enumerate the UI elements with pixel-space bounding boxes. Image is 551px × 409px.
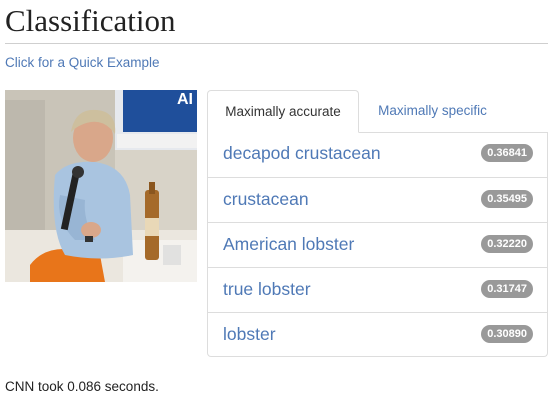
tab-maximally-specific[interactable]: Maximally specific (359, 90, 506, 132)
score-badge: 0.36841 (481, 144, 533, 162)
list-item[interactable]: lobster 0.30890 (208, 312, 547, 357)
result-label: American lobster (223, 234, 355, 254)
list-item[interactable]: true lobster 0.31747 (208, 267, 547, 312)
results-list: decapod crustacean 0.36841 crustacean 0.… (207, 132, 548, 357)
timing-text: CNN took 0.086 seconds. (5, 379, 159, 394)
title-divider (5, 43, 548, 44)
score-badge: 0.35495 (481, 190, 533, 208)
result-label: true lobster (223, 279, 311, 299)
list-item[interactable]: American lobster 0.32220 (208, 222, 547, 267)
score-badge: 0.30890 (481, 325, 533, 343)
result-tabs: Maximally accurate Maximally specific (207, 90, 548, 133)
result-label: lobster (223, 324, 276, 344)
result-label: crustacean (223, 189, 309, 209)
score-badge: 0.32220 (481, 235, 533, 253)
quick-example-link[interactable]: Click for a Quick Example (5, 55, 160, 70)
tab-maximally-accurate[interactable]: Maximally accurate (207, 90, 359, 133)
page-title: Classification (5, 3, 176, 38)
list-item[interactable]: crustacean 0.35495 (208, 177, 547, 222)
score-badge: 0.31747 (481, 280, 533, 298)
result-label: decapod crustacean (223, 143, 381, 163)
input-photo-illustration: AI (5, 90, 197, 282)
banner-text: AI (177, 91, 193, 108)
list-item[interactable]: decapod crustacean 0.36841 (208, 132, 547, 177)
input-image: AI (5, 90, 197, 282)
